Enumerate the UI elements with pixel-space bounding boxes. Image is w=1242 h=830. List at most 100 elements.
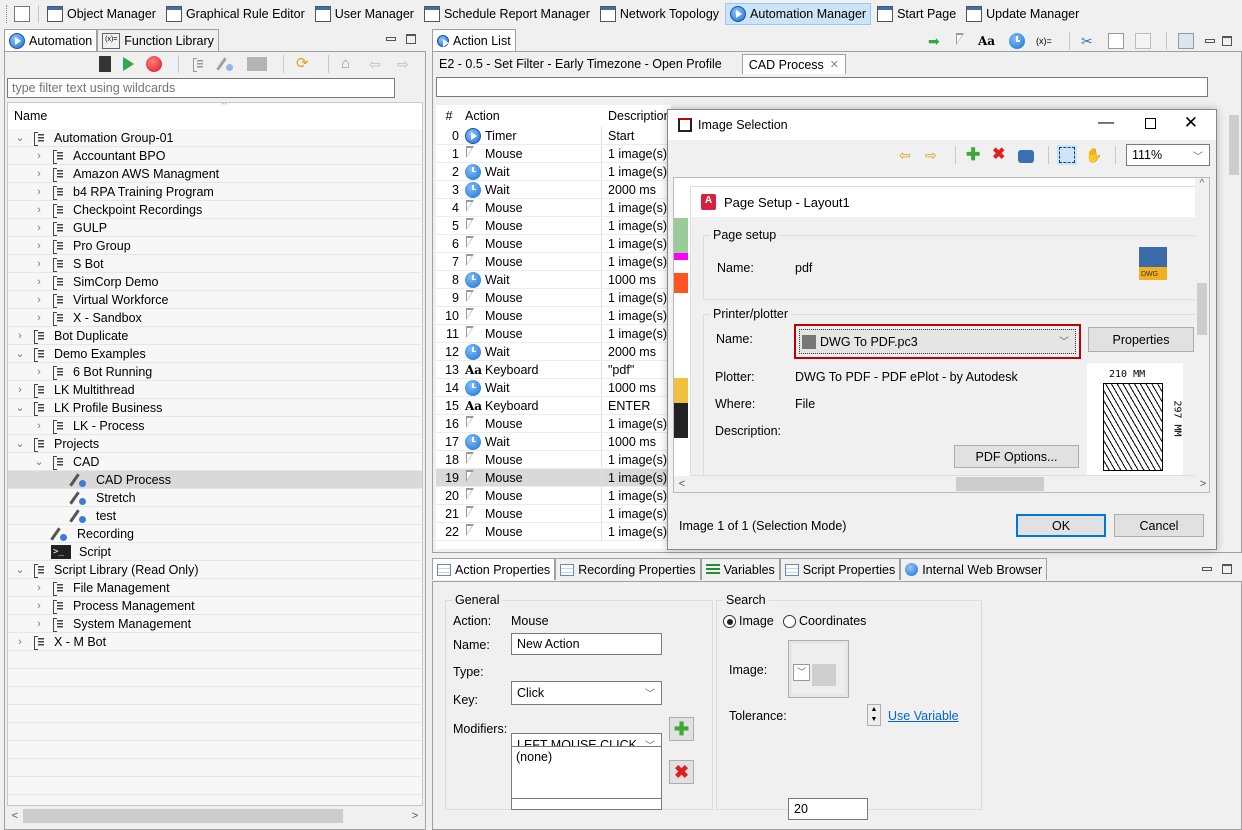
new-group-icon[interactable]: [191, 57, 205, 72]
chevron-right-icon[interactable]: ›: [33, 600, 45, 612]
column-header-description[interactable]: Description: [602, 109, 671, 123]
run-icon[interactable]: [123, 57, 134, 71]
scroll-left-icon[interactable]: <: [7, 810, 23, 822]
action-row[interactable]: 12 Wait 2000 ms: [436, 343, 671, 361]
chevron-right-icon[interactable]: ›: [33, 204, 45, 216]
tree-item[interactable]: ⌄ Script Library (Read Only): [8, 561, 422, 579]
tree-item[interactable]: › LK Multithread: [8, 381, 422, 399]
minimize-icon[interactable]: [386, 37, 396, 41]
radio-coordinates[interactable]: Coordinates: [783, 614, 866, 629]
action-row[interactable]: 2 Wait 1 image(s): [436, 163, 671, 181]
scroll-right-icon[interactable]: >: [1195, 478, 1209, 490]
tree-item[interactable]: › 6 Bot Running: [8, 363, 422, 381]
variable-action-icon[interactable]: (x)=: [1036, 33, 1054, 49]
chevron-right-icon[interactable]: ›: [33, 294, 45, 306]
chevron-right-icon[interactable]: ›: [33, 150, 45, 162]
column-header-number[interactable]: #: [436, 109, 462, 123]
type-select[interactable]: Click ﹀: [511, 681, 662, 705]
properties-button[interactable]: Properties: [1088, 327, 1194, 352]
minimize-icon[interactable]: [1205, 39, 1215, 43]
action-filter-input[interactable]: [436, 77, 1208, 97]
wait-action-icon[interactable]: [1009, 33, 1025, 49]
action-row[interactable]: 11 Mouse 1 image(s): [436, 325, 671, 343]
tree-item[interactable]: › b4 RPA Training Program: [8, 183, 422, 201]
action-row[interactable]: 15 Aa Keyboard ENTER: [436, 397, 671, 415]
tab-recording-properties[interactable]: Recording Properties: [555, 558, 701, 580]
chevron-right-icon[interactable]: ›: [33, 366, 45, 378]
scroll-right-icon[interactable]: >: [407, 810, 423, 822]
action-row[interactable]: 16 Mouse 1 image(s): [436, 415, 671, 433]
chevron-right-icon[interactable]: ›: [33, 276, 45, 288]
toolbar-object-manager[interactable]: Object Manager: [43, 3, 160, 25]
action-row[interactable]: 21 Mouse 1 image(s): [436, 505, 671, 523]
column-header-action[interactable]: Action: [462, 109, 602, 123]
tree-item[interactable]: › Virtual Workforce: [8, 291, 422, 309]
new-perspective-icon[interactable]: [14, 5, 30, 22]
tree-item[interactable]: › X - M Bot: [8, 633, 422, 651]
save-icon[interactable]: [1178, 33, 1194, 49]
scroll-left-icon[interactable]: <: [674, 478, 690, 490]
tab-script-properties[interactable]: Script Properties: [779, 558, 901, 580]
action-row[interactable]: 19 Mouse 1 image(s): [436, 469, 671, 487]
pdf-options-button[interactable]: PDF Options...: [954, 445, 1079, 468]
minimize-window-icon[interactable]: —: [1098, 114, 1114, 132]
remove-modifier-button[interactable]: ✖: [669, 760, 694, 784]
action-row[interactable]: 8 Wait 1000 ms: [436, 271, 671, 289]
forward-icon[interactable]: ⇨: [397, 56, 413, 72]
mouse-action-icon[interactable]: [955, 33, 967, 49]
cancel-button[interactable]: Cancel: [1114, 514, 1204, 537]
chevron-right-icon[interactable]: ›: [33, 240, 45, 252]
import-icon[interactable]: [99, 56, 111, 72]
action-row[interactable]: 4 Mouse 1 image(s): [436, 199, 671, 217]
chevron-right-icon[interactable]: ›: [33, 420, 45, 432]
maximize-window-icon[interactable]: [1145, 118, 1156, 129]
chevron-right-icon[interactable]: ›: [14, 330, 26, 342]
filter-input[interactable]: [7, 78, 395, 98]
tree-item[interactable]: ⌄ CAD: [8, 453, 422, 471]
pan-tool-icon[interactable]: ✋: [1085, 147, 1102, 163]
tree-item[interactable]: Stretch: [8, 489, 422, 507]
tree-item[interactable]: › Checkpoint Recordings: [8, 201, 422, 219]
refresh-icon[interactable]: ⟳: [296, 56, 312, 72]
modifiers-list-item[interactable]: (none): [516, 750, 552, 764]
canvas-horizontal-scrollbar[interactable]: < >: [674, 476, 1209, 492]
tree-item[interactable]: › Process Management: [8, 597, 422, 615]
scrollbar-thumb[interactable]: [1229, 115, 1239, 175]
previous-image-icon[interactable]: ⇦: [899, 147, 915, 163]
printer-select[interactable]: DWG To PDF.pc3 ﹀: [799, 329, 1076, 354]
tree-item[interactable]: › Pro Group: [8, 237, 422, 255]
action-row[interactable]: 14 Wait 1000 ms: [436, 379, 671, 397]
chevron-right-icon[interactable]: ›: [14, 636, 26, 648]
modifiers-list[interactable]: (none): [511, 746, 662, 799]
action-row[interactable]: 9 Mouse 1 image(s): [436, 289, 671, 307]
tree-item[interactable]: › System Management: [8, 615, 422, 633]
scroll-up-icon[interactable]: ^: [1195, 178, 1209, 189]
capture-image-icon[interactable]: [1018, 149, 1034, 163]
zoom-select[interactable]: 111% ﹀: [1126, 144, 1210, 166]
selection-tool-icon[interactable]: [1057, 145, 1077, 165]
tree-item[interactable]: › SimCorp Demo: [8, 273, 422, 291]
home-icon[interactable]: ⌂: [341, 56, 357, 72]
tree-item[interactable]: › Accountant BPO: [8, 147, 422, 165]
chevron-down-icon[interactable]: ⌄: [14, 563, 26, 576]
copy-icon[interactable]: [1108, 33, 1124, 49]
tree-item[interactable]: › LK - Process: [8, 417, 422, 435]
chevron-down-icon[interactable]: ⌄: [33, 455, 45, 468]
maximize-icon[interactable]: [406, 34, 416, 44]
name-input[interactable]: New Action: [511, 633, 662, 655]
toolbar-update-manager[interactable]: Update Manager: [962, 3, 1083, 25]
action-row[interactable]: 18 Mouse 1 image(s): [436, 451, 671, 469]
action-row[interactable]: 22 Mouse 1 image(s): [436, 523, 671, 541]
tree-horizontal-scrollbar[interactable]: < >: [7, 808, 423, 824]
toolbar-grip[interactable]: [6, 4, 8, 23]
action-row[interactable]: 3 Wait 2000 ms: [436, 181, 671, 199]
maximize-icon[interactable]: [1222, 564, 1232, 574]
paste-icon[interactable]: [1135, 33, 1151, 49]
tree-item[interactable]: ⌄ Automation Group-01: [8, 129, 422, 147]
editor-tab-cad-process[interactable]: CAD Process ✕: [741, 54, 846, 74]
chevron-right-icon[interactable]: ›: [33, 258, 45, 270]
tab-variables[interactable]: Variables: [700, 558, 780, 580]
action-row[interactable]: 1 Mouse 1 image(s): [436, 145, 671, 163]
toolbar-graphical-rule-editor[interactable]: Graphical Rule Editor: [162, 3, 309, 25]
toolbar-network-topology[interactable]: Network Topology: [596, 3, 723, 25]
